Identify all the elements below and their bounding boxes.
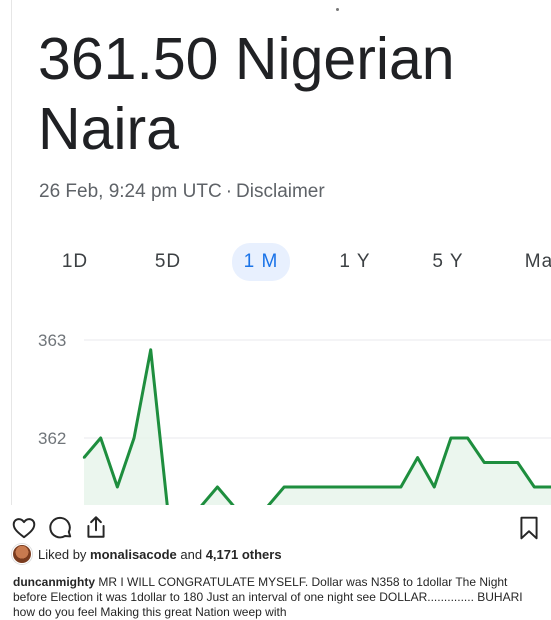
share-icon[interactable] [83, 514, 109, 540]
data-point [533, 485, 536, 489]
avatar[interactable] [12, 544, 32, 564]
data-point [99, 436, 102, 440]
data-point [449, 436, 453, 440]
top-dot [336, 8, 339, 11]
liked-by-prefix: Liked by [38, 546, 87, 562]
data-point [483, 461, 486, 464]
data-point [132, 436, 136, 440]
liked-by-user[interactable]: monalisacode [90, 547, 177, 562]
data-point [366, 485, 369, 489]
data-point [499, 461, 503, 464]
heart-icon[interactable] [11, 515, 37, 541]
data-point [332, 485, 336, 489]
range-tabs: 1D 5D 1 M 1 Y 5 Y Ma [0, 243, 551, 281]
disclaimer-link[interactable]: Disclaimer [236, 181, 325, 202]
rate-meta: 26 Feb, 9:24 pm UTC · Disclaimer [39, 181, 325, 203]
data-point [416, 456, 419, 459]
rate-title: 361.50 Nigerian Naira [38, 26, 455, 162]
rate-chart: 363 362 [0, 320, 551, 505]
tab-max[interactable]: Ma [514, 243, 551, 281]
data-point [149, 348, 152, 351]
tab-1m[interactable]: 1 M [232, 243, 290, 281]
tab-5d[interactable]: 5D [143, 243, 193, 281]
exchange-rate-card: 361.50 Nigerian Naira 26 Feb, 9:24 pm UT… [0, 0, 551, 505]
tab-5y[interactable]: 5 Y [423, 243, 473, 281]
data-point [349, 485, 353, 489]
data-point [82, 456, 86, 459]
data-point [216, 485, 219, 489]
tab-1d[interactable]: 1D [50, 243, 100, 281]
data-point [116, 485, 119, 489]
data-point [399, 485, 403, 489]
data-point [516, 461, 519, 464]
y-tick-label: 362 [38, 429, 66, 448]
likes-summary: Liked by monalisacode and 4,171 others [12, 543, 282, 565]
caption-username[interactable]: duncanmighty [13, 575, 95, 589]
data-point [316, 485, 319, 489]
likes-count[interactable]: 4,171 others [206, 547, 282, 562]
tab-1y[interactable]: 1 Y [330, 243, 380, 281]
bookmark-icon[interactable] [516, 515, 542, 541]
liked-by-and: and [180, 546, 203, 562]
y-tick-label: 363 [38, 331, 66, 350]
rate-timestamp: 26 Feb, 9:24 pm UTC [39, 181, 222, 202]
data-point [383, 485, 386, 489]
comment-icon[interactable] [48, 515, 74, 541]
data-point [433, 485, 436, 489]
data-point [466, 436, 469, 440]
meta-separator: · [225, 181, 233, 202]
rate-chart-svg: 363 362 [38, 331, 551, 505]
data-point [299, 485, 303, 489]
post-caption: duncanmighty MR I WILL CONGRATULATE MYSE… [13, 575, 543, 620]
data-point [282, 485, 286, 489]
